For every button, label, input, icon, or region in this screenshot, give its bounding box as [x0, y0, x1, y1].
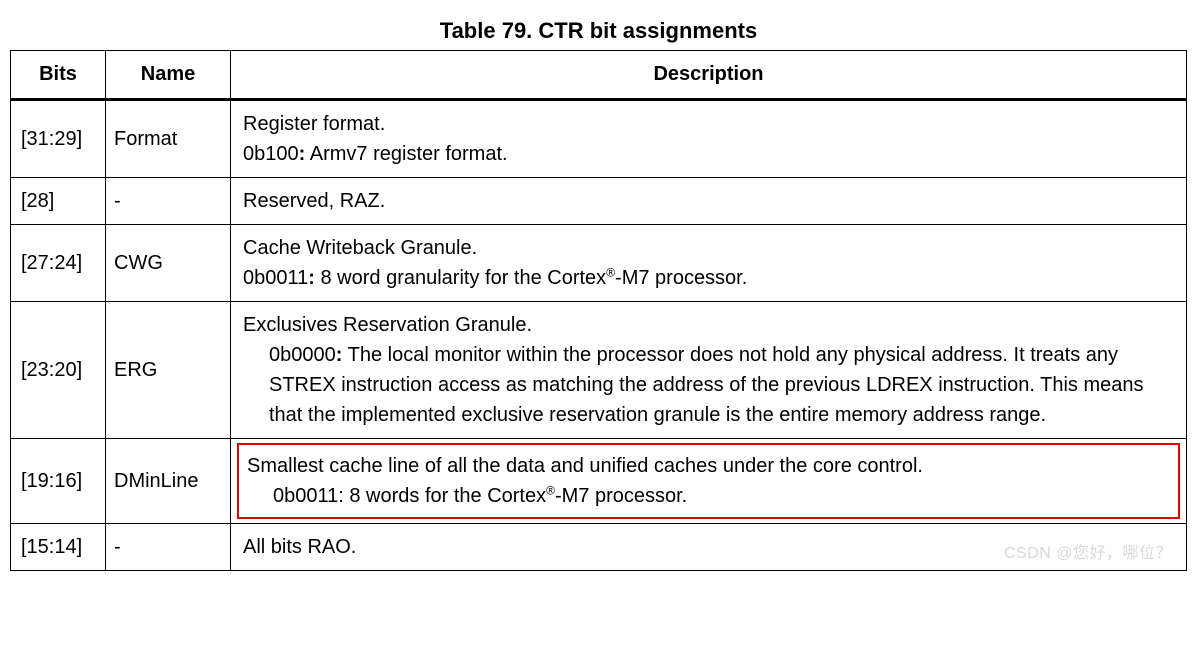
desc-text: 8 word granularity for the Cortex — [315, 267, 606, 289]
bits-cell: [23:20] — [11, 302, 106, 439]
registered-icon: ® — [606, 265, 615, 279]
desc-cell: Cache Writeback Granule. 0b0011: 8 word … — [231, 225, 1187, 302]
desc-text: Armv7 register format. — [305, 143, 507, 165]
bits-cell: [31:29] — [11, 100, 106, 178]
desc-line: 0b0011: 8 word granularity for the Corte… — [243, 263, 1174, 293]
header-name: Name — [106, 51, 231, 100]
table-row: [23:20] ERG Exclusives Reservation Granu… — [11, 302, 1187, 439]
desc-text: -M7 processor. — [555, 485, 687, 507]
table-row: [19:16] DMinLine Smallest cache line of … — [11, 439, 1187, 524]
bits-cell: [28] — [11, 178, 106, 225]
desc-line: Exclusives Reservation Granule. — [243, 310, 1174, 340]
table-row: [27:24] CWG Cache Writeback Granule. 0b0… — [11, 225, 1187, 302]
bits-cell: [27:24] — [11, 225, 106, 302]
table-title: Table 79. CTR bit assignments — [10, 10, 1187, 50]
header-row: Bits Name Description — [11, 51, 1187, 100]
desc-line: All bits RAO. — [243, 532, 1174, 562]
name-cell: ERG — [106, 302, 231, 439]
bit-value: 0b0000 — [269, 344, 336, 366]
desc-line: 0b0000: The local monitor within the pro… — [243, 340, 1174, 430]
bits-cell: [15:14] — [11, 524, 106, 571]
desc-text: The local monitor within the processor d… — [269, 344, 1143, 426]
desc-cell: All bits RAO. — [231, 524, 1187, 571]
desc-line: 0b0011: 8 words for the Cortex®-M7 proce… — [247, 481, 1170, 511]
desc-line: 0b100: Armv7 register format. — [243, 139, 1174, 169]
desc-cell: Reserved, RAZ. — [231, 178, 1187, 225]
desc-line: Register format. — [243, 109, 1174, 139]
header-bits: Bits — [11, 51, 106, 100]
desc-text: -M7 processor. — [615, 267, 747, 289]
highlight-box: Smallest cache line of all the data and … — [237, 443, 1180, 519]
name-cell: - — [106, 524, 231, 571]
colon: : — [308, 267, 315, 289]
desc-cell: Exclusives Reservation Granule. 0b0000: … — [231, 302, 1187, 439]
name-cell: Format — [106, 100, 231, 178]
bits-cell: [19:16] — [11, 439, 106, 524]
bit-value: 0b100 — [243, 143, 299, 165]
bit-value: 0b0011 — [243, 267, 308, 289]
desc-cell: Register format. 0b100: Armv7 register f… — [231, 100, 1187, 178]
header-description: Description — [231, 51, 1187, 100]
registered-icon: ® — [546, 483, 555, 497]
desc-text: 0b0011: 8 words for the Cortex — [273, 485, 546, 507]
name-cell: DMinLine — [106, 439, 231, 524]
name-cell: CWG — [106, 225, 231, 302]
table-row: [15:14] - All bits RAO. — [11, 524, 1187, 571]
ctr-bit-table: Bits Name Description [31:29] Format Reg… — [10, 50, 1187, 571]
table-row: [31:29] Format Register format. 0b100: A… — [11, 100, 1187, 178]
name-cell: - — [106, 178, 231, 225]
table-row: [28] - Reserved, RAZ. — [11, 178, 1187, 225]
desc-line: Reserved, RAZ. — [243, 186, 1174, 216]
desc-line: Cache Writeback Granule. — [243, 233, 1174, 263]
desc-cell: Smallest cache line of all the data and … — [231, 439, 1187, 524]
desc-line: Smallest cache line of all the data and … — [247, 451, 1170, 481]
